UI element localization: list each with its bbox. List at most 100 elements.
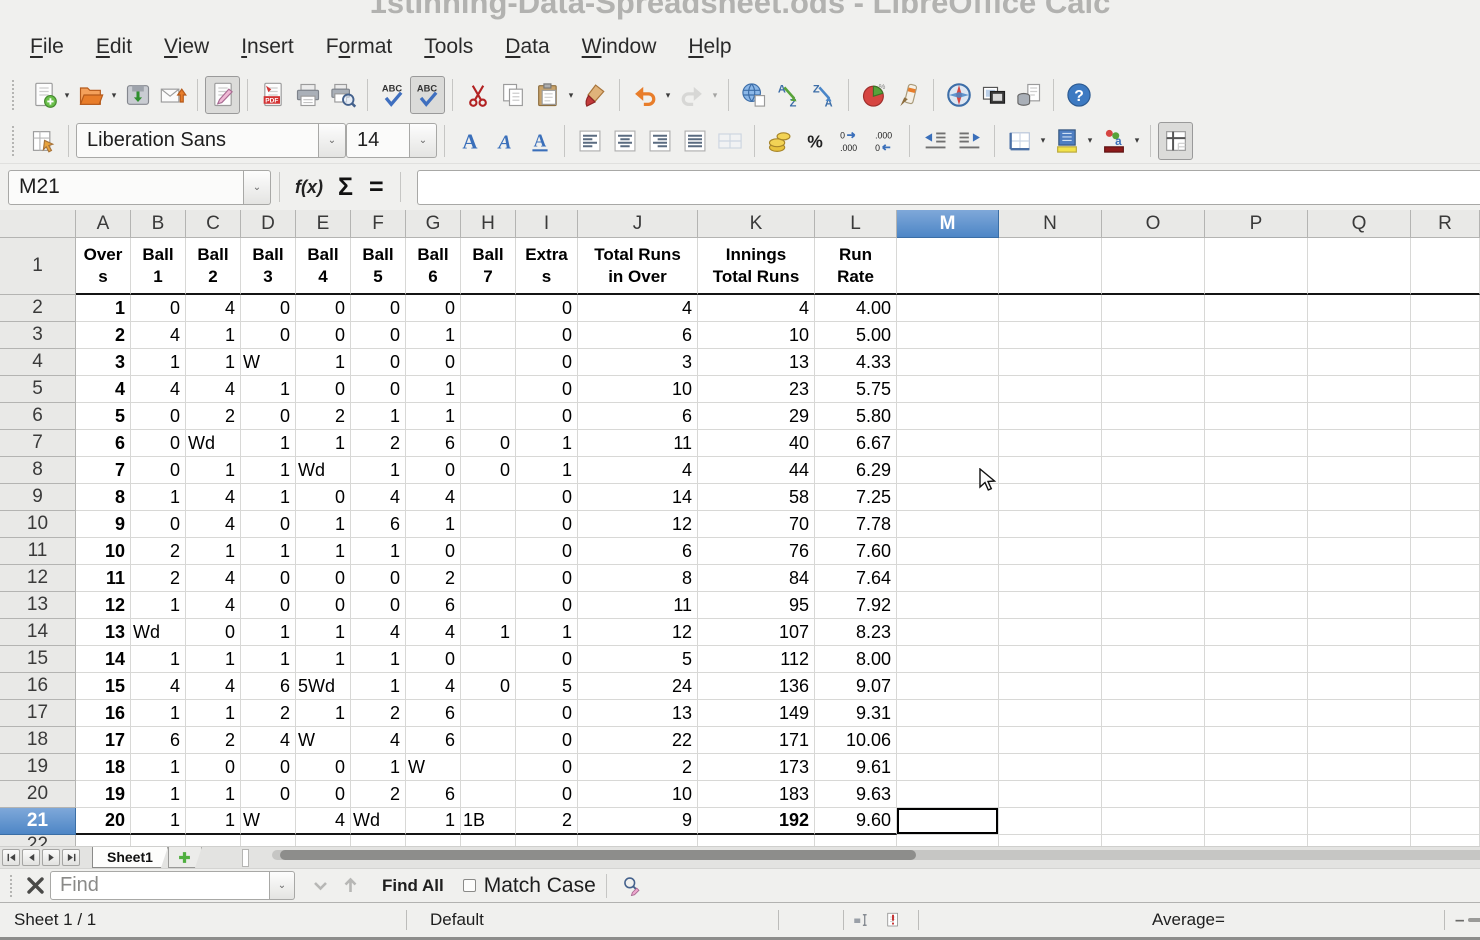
cell-R6[interactable] (1411, 403, 1480, 430)
cell-G7[interactable]: 6 (406, 430, 461, 457)
cell-L17[interactable]: 9.31 (815, 700, 897, 727)
cell-A3[interactable]: 2 (76, 322, 131, 349)
cell-Q5[interactable] (1308, 376, 1411, 403)
match-case-label[interactable]: Match Case (484, 874, 596, 898)
cell-H7[interactable]: 0 (461, 430, 516, 457)
cell-G22[interactable] (406, 835, 461, 846)
cell-L2[interactable]: 4.00 (815, 295, 897, 322)
cell-I13[interactable]: 0 (516, 592, 578, 619)
auto-spellcheck-button[interactable]: ABC (410, 76, 445, 114)
column-header-B[interactable]: B (131, 210, 186, 238)
cell-R22[interactable] (1411, 835, 1480, 846)
print-preview-button[interactable] (325, 76, 360, 114)
cell-G14[interactable]: 4 (406, 619, 461, 646)
cell-I10[interactable]: 0 (516, 511, 578, 538)
cell-A14[interactable]: 13 (76, 619, 131, 646)
cell-O14[interactable] (1102, 619, 1205, 646)
cell-F13[interactable]: 0 (351, 592, 406, 619)
cell-I8[interactable]: 1 (516, 457, 578, 484)
cell-D22[interactable] (241, 835, 296, 846)
cell-B21[interactable]: 1 (131, 808, 186, 835)
cell-I14[interactable]: 1 (516, 619, 578, 646)
column-header-I[interactable]: I (516, 210, 578, 238)
sum-button[interactable]: Σ (330, 173, 361, 202)
redo-button[interactable] (674, 76, 709, 114)
cell-H6[interactable] (461, 403, 516, 430)
merge-cells-button[interactable] (712, 122, 747, 160)
cell-H10[interactable] (461, 511, 516, 538)
cell-K21[interactable]: 192 (698, 808, 815, 835)
cell-H5[interactable] (461, 376, 516, 403)
cell-R1[interactable] (1411, 238, 1480, 295)
cell-B18[interactable]: 6 (131, 727, 186, 754)
cell-L22[interactable] (815, 835, 897, 846)
cell-F14[interactable]: 4 (351, 619, 406, 646)
cell-P4[interactable] (1205, 349, 1308, 376)
cell-Q22[interactable] (1308, 835, 1411, 846)
column-header-G[interactable]: G (406, 210, 461, 238)
cell-L16[interactable]: 9.07 (815, 673, 897, 700)
clone-formatting-button[interactable] (577, 76, 612, 114)
row-header-9[interactable]: 9 (0, 484, 76, 511)
cell-C18[interactable]: 2 (186, 727, 241, 754)
cell-N10[interactable] (999, 511, 1102, 538)
cell-A10[interactable]: 9 (76, 511, 131, 538)
cell-B5[interactable]: 4 (131, 376, 186, 403)
save-button[interactable] (120, 76, 155, 114)
horizontal-scrollbar-thumb[interactable] (280, 850, 916, 860)
copy-button[interactable] (495, 76, 530, 114)
cell-G16[interactable]: 4 (406, 673, 461, 700)
cell-F17[interactable]: 2 (351, 700, 406, 727)
add-decimal-button[interactable]: 0.000 (832, 122, 867, 160)
cell-A11[interactable]: 10 (76, 538, 131, 565)
row-header-4[interactable]: 4 (0, 349, 76, 376)
cell-M1[interactable] (897, 238, 999, 295)
cell-E19[interactable]: 0 (296, 754, 351, 781)
cell-Q8[interactable] (1308, 457, 1411, 484)
column-header-H[interactable]: H (461, 210, 516, 238)
cell-P1[interactable] (1205, 238, 1308, 295)
cell-I3[interactable]: 0 (516, 322, 578, 349)
cell-A8[interactable]: 7 (76, 457, 131, 484)
row-header-8[interactable]: 8 (0, 457, 76, 484)
cell-J11[interactable]: 6 (578, 538, 698, 565)
cell-P8[interactable] (1205, 457, 1308, 484)
cell-H1[interactable]: Ball 7 (461, 238, 516, 295)
cell-Q10[interactable] (1308, 511, 1411, 538)
gallery-button[interactable] (976, 76, 1011, 114)
cell-Q2[interactable] (1308, 295, 1411, 322)
cell-B1[interactable]: Ball 1 (131, 238, 186, 295)
cell-Q6[interactable] (1308, 403, 1411, 430)
cell-E8[interactable]: Wd (296, 457, 351, 484)
cell-G6[interactable]: 1 (406, 403, 461, 430)
cell-Q12[interactable] (1308, 565, 1411, 592)
cell-I18[interactable]: 0 (516, 727, 578, 754)
cell-J12[interactable]: 8 (578, 565, 698, 592)
cell-O3[interactable] (1102, 322, 1205, 349)
cell-H21[interactable]: 1B (461, 808, 516, 835)
cell-G17[interactable]: 6 (406, 700, 461, 727)
cell-M14[interactable] (897, 619, 999, 646)
cell-J20[interactable]: 10 (578, 781, 698, 808)
next-sheet-button[interactable] (42, 849, 60, 866)
cell-K20[interactable]: 183 (698, 781, 815, 808)
open-dropdown[interactable]: ▾ (108, 90, 120, 101)
cell-N3[interactable] (999, 322, 1102, 349)
cell-M17[interactable] (897, 700, 999, 727)
column-header-Q[interactable]: Q (1308, 210, 1411, 238)
cell-H3[interactable] (461, 322, 516, 349)
cell-M11[interactable] (897, 538, 999, 565)
data-sources-button[interactable] (1011, 76, 1046, 114)
cell-L9[interactable]: 7.25 (815, 484, 897, 511)
cell-K18[interactable]: 171 (698, 727, 815, 754)
cell-A15[interactable]: 14 (76, 646, 131, 673)
row-header-14[interactable]: 14 (0, 619, 76, 646)
cell-B17[interactable]: 1 (131, 700, 186, 727)
row-header-22[interactable]: 22 (0, 835, 76, 846)
cell-R4[interactable] (1411, 349, 1480, 376)
cell-Q9[interactable] (1308, 484, 1411, 511)
cell-J8[interactable]: 4 (578, 457, 698, 484)
cell-O8[interactable] (1102, 457, 1205, 484)
cell-J1[interactable]: Total Runs in Over (578, 238, 698, 295)
column-header-E[interactable]: E (296, 210, 351, 238)
